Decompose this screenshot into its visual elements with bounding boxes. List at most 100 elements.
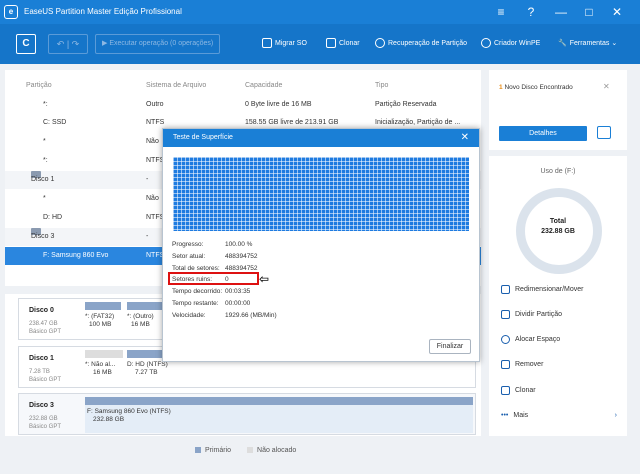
- new-disk-notice: 1 Novo Disco Encontrado: [499, 84, 573, 91]
- winpe-creator-button[interactable]: Criador WinPE: [481, 36, 540, 52]
- action-label: Dividir Partição: [515, 311, 563, 318]
- header-capacity: Capacidade: [245, 82, 283, 89]
- app-title: EaseUS Partition Master Edição Profissio…: [24, 7, 182, 16]
- segment-label: D: HD (NTFS): [127, 361, 168, 368]
- row-name: *:: [43, 101, 48, 108]
- stat-row: Tempo restante: 00:00:00: [172, 298, 372, 309]
- row-fs: Não: [146, 138, 159, 145]
- remove-action[interactable]: Remover: [501, 357, 625, 373]
- actions-panel: Uso de (F:) Total 232.88 GB Redimensiona…: [489, 156, 627, 436]
- table-row[interactable]: *: Outro 0 Byte livre de 16 MB Partição …: [5, 96, 481, 114]
- segment-bar: [85, 302, 121, 310]
- partition-segment-selected[interactable]: F: Samsung 860 Evo (NTFS) 232.88 GB: [85, 397, 473, 433]
- resize-icon: [501, 284, 510, 294]
- usage-total-value: 232.88 GB: [541, 228, 575, 235]
- disk-style: Básico GPT: [29, 424, 62, 430]
- menu-icon[interactable]: ≡: [492, 3, 510, 21]
- toolbar: C ↶ | ↷ ▶ Executar operação (0 operações…: [0, 24, 640, 64]
- details-button[interactable]: Detalhes: [499, 126, 587, 141]
- segment-size: 16 MB: [93, 369, 112, 376]
- unallocated-swatch: [247, 447, 254, 454]
- undo-redo-buttons[interactable]: ↶ | ↷: [48, 34, 88, 54]
- stat-label: Setor atual:: [172, 253, 206, 260]
- recovery-icon: [375, 38, 385, 49]
- new-disk-text: Novo Disco Encontrado: [504, 84, 573, 91]
- row-name: *: [43, 195, 46, 202]
- stat-value: 1929.66 (MB/Min): [225, 312, 277, 319]
- row-name: Disco 3: [31, 233, 55, 240]
- action-label: Alocar Espaço: [515, 336, 561, 343]
- action-label: Remover: [515, 361, 544, 368]
- allocate-space-action[interactable]: Alocar Espaço: [501, 332, 625, 348]
- disk-size: 232.88 GB: [29, 416, 58, 422]
- minimize-icon[interactable]: —: [552, 3, 570, 21]
- row-name: *: [43, 138, 46, 145]
- disk-style: Básico GPT: [29, 329, 62, 335]
- row-fs: -: [146, 233, 149, 240]
- dialog-close-icon[interactable]: ✕: [461, 129, 469, 147]
- row-type: Partição Reservada: [375, 101, 437, 108]
- segment-label: *: Não al...: [85, 361, 116, 368]
- disk-panel[interactable]: Disco 3 232.88 GB Básico GPT F: Samsung …: [18, 393, 476, 435]
- disk-name: Disco 1: [29, 355, 54, 362]
- chevron-down-icon: ⌄: [611, 40, 618, 47]
- new-disk-panel: 1 Novo Disco Encontrado ✕ Detalhes: [489, 70, 627, 150]
- row-name: D: HD: [43, 214, 63, 221]
- stat-label: Tempo restante:: [172, 300, 219, 307]
- dismiss-icon[interactable]: ✕: [603, 82, 610, 91]
- disk-name: Disco 0: [29, 307, 54, 314]
- stat-label: Tempo decorrido:: [172, 288, 223, 295]
- resize-move-action[interactable]: Redimensionar/Mover: [501, 282, 625, 298]
- clone-button[interactable]: Clonar: [326, 36, 360, 52]
- maximize-icon[interactable]: □: [580, 3, 598, 21]
- stat-value: 00:00:00: [225, 300, 251, 307]
- dialog-title: Teste de Superfície: [173, 134, 233, 141]
- more-action[interactable]: ••• Mais ›: [501, 408, 625, 424]
- row-fs: Não: [146, 195, 159, 202]
- segment-label: F: Samsung 860 Evo (NTFS): [87, 408, 171, 415]
- stat-value: 488394752: [225, 253, 258, 260]
- allocate-icon: [501, 334, 510, 344]
- legend: Primário Não alocado: [195, 447, 296, 454]
- disk-name: Disco 3: [29, 402, 54, 409]
- header-partition: Partição: [26, 82, 52, 89]
- usage-title: Uso de (F:): [540, 168, 576, 175]
- close-icon[interactable]: ✕: [608, 3, 626, 21]
- clone-icon: [501, 385, 510, 395]
- legend-primary: Primário: [205, 447, 232, 454]
- tools-button[interactable]: 🔧 Ferramentas ⌄: [558, 36, 617, 52]
- partition-recovery-button[interactable]: Recuperação de Partição: [375, 36, 467, 52]
- trash-icon: [501, 359, 510, 369]
- app-logo-icon: e: [4, 5, 18, 19]
- partition-segment[interactable]: *: (Outro) 16 MB: [127, 302, 167, 338]
- migrate-os-button[interactable]: Migrar SO: [262, 36, 307, 52]
- split-icon: [501, 309, 510, 319]
- header-filesystem: Sistema de Arquivo: [146, 82, 207, 89]
- arrow-left-icon: ⇦: [259, 272, 270, 286]
- segment-size: 7.27 TB: [135, 369, 158, 376]
- disk-size: 238.47 GB: [29, 321, 58, 327]
- surface-test-dialog: Teste de Superfície ✕ Progresso: 100.00 %…: [162, 128, 480, 362]
- finish-button[interactable]: Finalizar: [429, 339, 471, 354]
- segment-bar: [85, 397, 473, 405]
- tools-label: Ferramentas: [569, 40, 610, 47]
- stat-value: 00:03:35: [225, 288, 251, 295]
- segment-size: 16 MB: [131, 321, 150, 328]
- refresh-button[interactable]: C: [16, 34, 36, 54]
- bad-sectors-highlight: [168, 272, 259, 285]
- partition-segment[interactable]: *: Não al... 16 MB: [85, 350, 123, 386]
- winpe-icon: [481, 38, 491, 49]
- new-disk-count: 1: [499, 84, 503, 91]
- clone-action[interactable]: Clonar: [501, 383, 625, 399]
- partition-recovery-label: Recuperação de Partição: [388, 40, 467, 47]
- help-icon[interactable]: ?: [522, 3, 540, 21]
- execute-operation-button[interactable]: ▶ Executar operação (0 operações): [95, 34, 220, 54]
- partition-segment[interactable]: *: (FAT32) 100 MB: [85, 302, 121, 338]
- stat-row: Setor atual: 488394752: [172, 251, 372, 262]
- stat-row: Progresso: 100.00 %: [172, 239, 372, 250]
- dialog-header: Teste de Superfície: [163, 129, 479, 147]
- row-name: C: SSD: [43, 119, 67, 126]
- drive-icon: [597, 126, 611, 139]
- split-partition-action[interactable]: Dividir Partição: [501, 307, 625, 323]
- wrench-icon: 🔧: [558, 40, 567, 47]
